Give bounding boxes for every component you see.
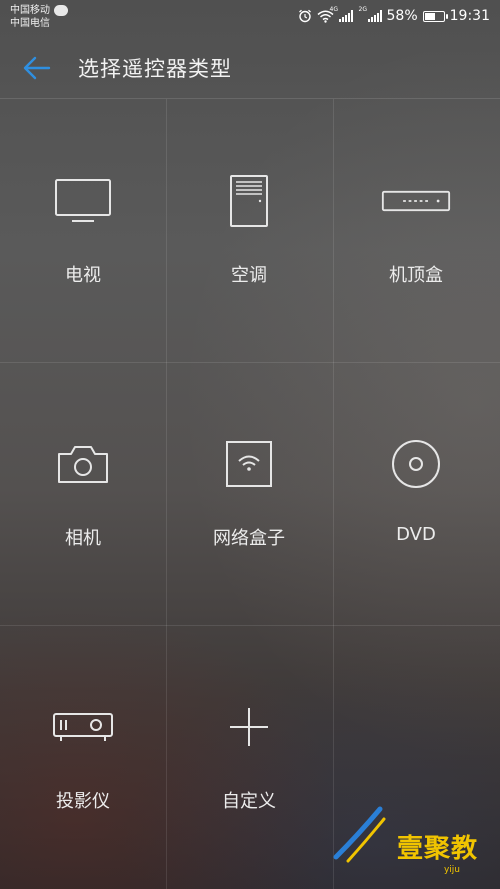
- dvd-icon: [392, 440, 440, 488]
- device-tv[interactable]: 电视: [0, 99, 166, 362]
- device-grid: 电视 空调 机顶盒 相机 网络盒子 DVD 投影仪 自定义: [0, 99, 500, 889]
- network-box-icon: [226, 441, 272, 487]
- clock: 19:31: [449, 8, 490, 24]
- carrier-1: 中国移动: [10, 5, 50, 16]
- carrier-2: 中国电信: [10, 18, 50, 29]
- back-arrow-icon[interactable]: [22, 54, 52, 82]
- device-label: 网络盒子: [213, 528, 285, 549]
- battery-icon: [422, 10, 448, 22]
- watermark-logo: [333, 806, 386, 863]
- device-custom[interactable]: 自定义: [166, 625, 332, 888]
- watermark-text: 壹聚教: [396, 834, 478, 864]
- air-conditioner-icon: [230, 175, 268, 227]
- device-label: 机顶盒: [389, 265, 443, 286]
- tv-icon: [55, 179, 111, 222]
- device-label: 自定义: [222, 791, 276, 812]
- device-label: 空调: [231, 265, 267, 286]
- device-camera[interactable]: 相机: [0, 362, 166, 625]
- camera-icon: [58, 446, 108, 483]
- device-projector[interactable]: 投影仪: [0, 625, 166, 888]
- device-set-top-box[interactable]: 机顶盒: [333, 99, 499, 362]
- device-label: 电视: [65, 265, 101, 286]
- page-title: 选择遥控器类型: [78, 57, 232, 81]
- plus-icon: [230, 708, 268, 746]
- device-label: DVD: [396, 524, 436, 545]
- carrier-info: 中国移动 中国电信: [10, 4, 68, 30]
- device-air-conditioner[interactable]: 空调: [166, 99, 332, 362]
- device-label: 相机: [65, 528, 101, 549]
- signal-sim2-icon: 2G: [359, 6, 382, 22]
- set-top-box-icon: [381, 190, 451, 212]
- device-dvd[interactable]: DVD: [333, 362, 499, 625]
- sim1-network-tag: 4G: [329, 6, 338, 13]
- projector-icon: [53, 713, 113, 741]
- status-bar: 中国移动 中国电信 4G 2G 58% 19:31: [0, 0, 500, 34]
- watermark-subtext: yiju: [443, 865, 460, 875]
- alarm-icon: [298, 9, 311, 23]
- sim2-network-tag: 2G: [358, 6, 367, 13]
- battery-percent: 58%: [386, 8, 418, 24]
- watermark: 壹聚教 yiju: [328, 805, 478, 875]
- status-icons: 4G 2G 58% 19:31: [298, 6, 490, 24]
- title-bar: 选择遥控器类型: [0, 34, 500, 99]
- device-network-box[interactable]: 网络盒子: [166, 362, 332, 625]
- device-label: 投影仪: [56, 791, 110, 812]
- signal-sim1-icon: 4G: [330, 6, 353, 22]
- message-icon: [54, 5, 68, 16]
